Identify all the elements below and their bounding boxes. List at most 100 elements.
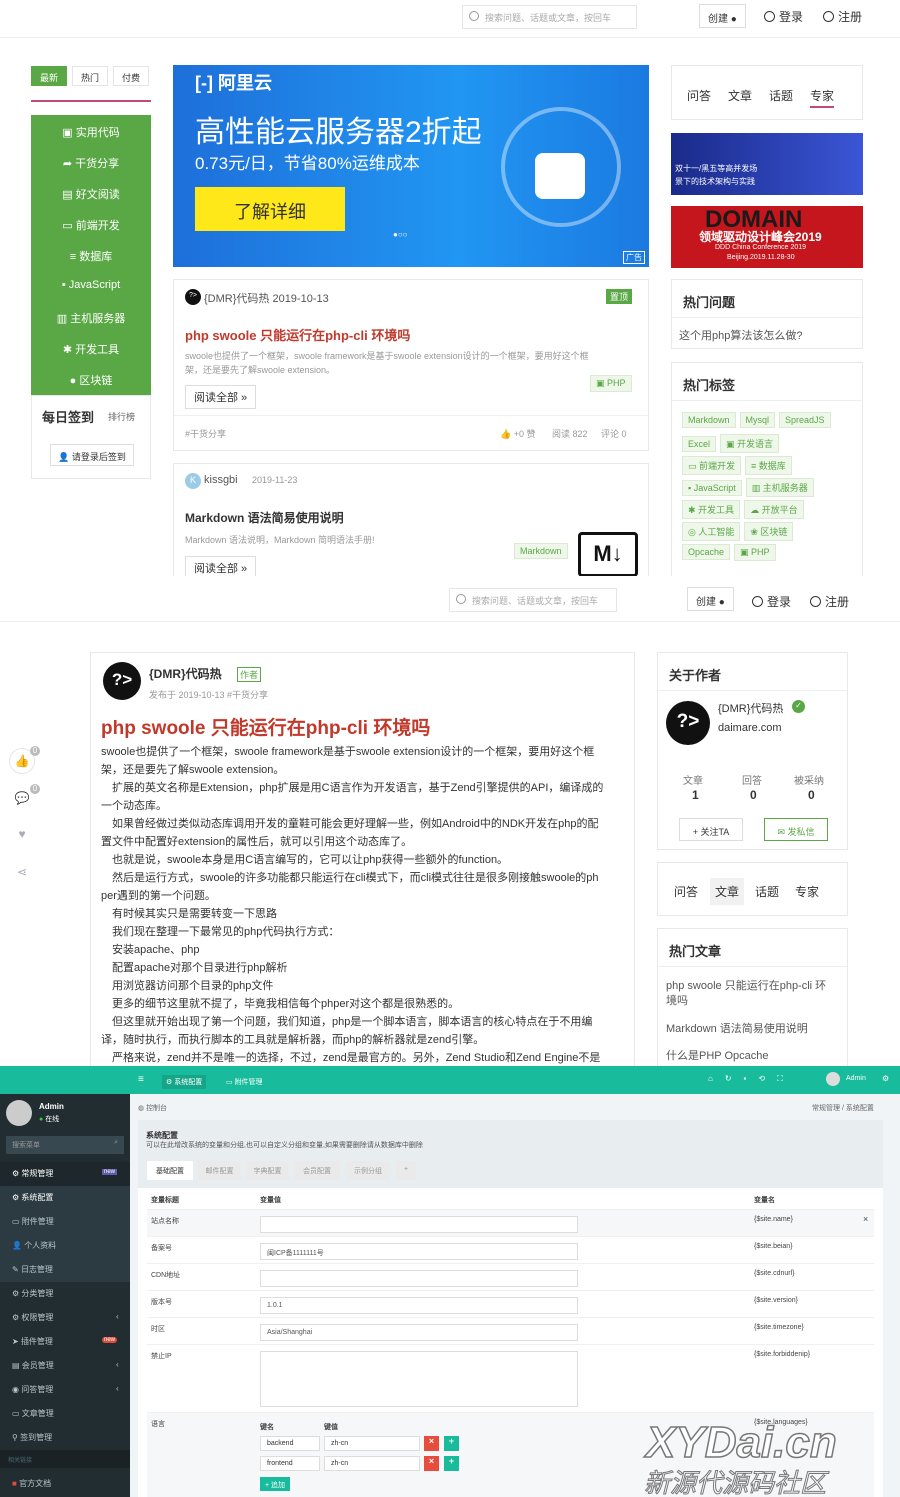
article-title[interactable]: php swoole 只能运行在php-cli 环境吗 bbox=[185, 325, 410, 344]
remove-button[interactable]: × bbox=[424, 1436, 439, 1451]
hot-article-link[interactable]: Markdown 语法简易使用说明 bbox=[666, 1020, 808, 1036]
article-title[interactable]: Markdown 语法简易使用说明 bbox=[185, 509, 344, 526]
tag-dev-language[interactable]: ▣ 开发语言 bbox=[720, 434, 780, 453]
menu-item-plugins[interactable]: ➤ 插件管理 new bbox=[0, 1330, 130, 1354]
tag-frontend[interactable]: ▭ 前端开发 bbox=[682, 456, 742, 475]
search-input[interactable]: 搜索问题、话题或文章，按回车 bbox=[462, 5, 637, 29]
create-button[interactable]: 创建 ● bbox=[699, 4, 746, 28]
menu-item-general[interactable]: ⚙ 常规管理 new bbox=[0, 1162, 130, 1186]
register-link[interactable]: 注册 bbox=[810, 593, 849, 610]
tag-mysql[interactable]: Mysql bbox=[739, 412, 776, 428]
config-tab-dictionary[interactable]: 字典配置 bbox=[246, 1161, 289, 1180]
author-name[interactable]: {DMR}代码热 bbox=[718, 700, 783, 716]
append-button[interactable]: + 追加 bbox=[260, 1477, 291, 1491]
rank-link[interactable]: 排行榜 bbox=[108, 410, 135, 423]
banner-cta-button[interactable]: 了解详细 bbox=[195, 187, 345, 231]
category-item[interactable]: ≡ 数据库 bbox=[31, 248, 151, 264]
banner-ad[interactable]: [-] 阿里云 高性能云服务器2折起 0.73元/日，节省80%运维成本 了解详… bbox=[173, 65, 649, 267]
menu-item-qa[interactable]: ◉ 问答管理 ‹ bbox=[0, 1378, 130, 1402]
category-item[interactable]: ➦ 干货分享 bbox=[31, 155, 151, 171]
article-author[interactable]: kissgbi bbox=[204, 474, 238, 486]
hot-article-link[interactable]: php swoole 只能运行在php-cli 环 bbox=[666, 977, 826, 993]
menu-item-system-config[interactable]: ⚙ 系统配置 bbox=[0, 1186, 130, 1210]
tab-articles[interactable]: 文章 bbox=[710, 878, 745, 905]
tab-attachments[interactable]: ▭ 附件管理 bbox=[222, 1075, 267, 1089]
tab-topics[interactable]: 话题 bbox=[755, 883, 779, 900]
tab-system-config[interactable]: ⚙ 系统配置 bbox=[162, 1075, 207, 1089]
menu-item-logs[interactable]: ✎ 日志管理 bbox=[0, 1258, 130, 1282]
add-tab-button[interactable]: + bbox=[396, 1161, 416, 1180]
config-tab-basic[interactable]: 基础配置 bbox=[147, 1161, 193, 1180]
register-link[interactable]: 注册 bbox=[823, 8, 862, 25]
tab-topics[interactable]: 话题 bbox=[769, 87, 793, 104]
category-item[interactable]: ● 区块链 bbox=[31, 372, 151, 388]
tag-database[interactable]: ≡ 数据库 bbox=[745, 456, 792, 475]
menu-search-input[interactable]: 搜索菜单 ⌕ bbox=[6, 1136, 124, 1154]
article-category[interactable]: #干货分享 bbox=[185, 427, 226, 440]
site-name-input[interactable] bbox=[260, 1216, 578, 1233]
article-author[interactable]: {DMR}代码热 2019-10-13 bbox=[204, 290, 329, 306]
tag-dev-tools[interactable]: ✱ 开发工具 bbox=[682, 500, 741, 519]
hot-question-link[interactable]: 这个用php算法该怎么做? bbox=[679, 327, 802, 343]
menu-item-articles[interactable]: ▭ 文章管理 bbox=[0, 1402, 130, 1426]
conference-ad-1[interactable]: 双十一/黑五等高并发场 景下的技术架构与实践 bbox=[671, 133, 863, 195]
menu-item-checkin[interactable]: ⚲ 签到管理 bbox=[0, 1426, 130, 1450]
tag-markdown[interactable]: Markdown bbox=[682, 412, 736, 428]
tab-experts[interactable]: 专家 bbox=[795, 883, 819, 900]
menu-item-profile[interactable]: 👤 个人资料 bbox=[0, 1234, 130, 1258]
author-avatar[interactable]: ?> bbox=[103, 662, 141, 700]
menu-item-categories[interactable]: ⚙ 分类管理 bbox=[0, 1282, 130, 1306]
lang-key-input[interactable]: frontend bbox=[260, 1456, 320, 1471]
tab-paid[interactable]: 付费 bbox=[113, 66, 149, 86]
category-item[interactable]: ▤ 好文阅读 bbox=[31, 186, 151, 202]
version-input[interactable]: 1.0.1 bbox=[260, 1297, 578, 1314]
config-tab-example[interactable]: 示例分组 bbox=[346, 1161, 390, 1180]
menu-item-permissions[interactable]: ⚙ 权限管理 ‹ bbox=[0, 1306, 130, 1330]
tag-opcache[interactable]: Opcache bbox=[682, 544, 731, 560]
hot-article-link[interactable]: 境吗 bbox=[666, 992, 688, 1008]
admin-name[interactable]: Admin bbox=[846, 1075, 866, 1082]
tab-experts[interactable]: 专家 bbox=[810, 87, 834, 104]
lang-value-input[interactable]: zh-cn bbox=[324, 1436, 420, 1451]
add-row-button[interactable]: + bbox=[444, 1436, 459, 1451]
tag-php[interactable]: ▣ PHP bbox=[734, 544, 776, 561]
tag-open-platform[interactable]: ☁ 开放平台 bbox=[744, 500, 804, 519]
author-avatar[interactable]: ?> bbox=[666, 701, 710, 745]
lang-key-input[interactable]: backend bbox=[260, 1436, 320, 1451]
follow-button[interactable]: + 关注TA bbox=[679, 818, 743, 841]
menu-toggle-icon[interactable]: ≡ bbox=[138, 1074, 144, 1085]
remove-button[interactable]: × bbox=[424, 1456, 439, 1471]
tag-host-server[interactable]: ▥ 主机服务器 bbox=[745, 478, 814, 497]
hot-article-link[interactable]: 什么是PHP Opcache bbox=[666, 1047, 769, 1063]
author-site[interactable]: daimare.com bbox=[718, 722, 782, 734]
share-icon[interactable]: ⋖ bbox=[9, 860, 35, 886]
tag-excel[interactable]: Excel bbox=[682, 436, 717, 452]
tag-blockchain[interactable]: ❀ 区块链 bbox=[744, 522, 794, 541]
create-button[interactable]: 创建 ● bbox=[687, 587, 734, 611]
category-item[interactable]: ▣ 实用代码 bbox=[31, 124, 151, 140]
tag-ai[interactable]: ◎ 人工智能 bbox=[682, 522, 741, 541]
carousel-dots[interactable]: ●○○ bbox=[393, 230, 408, 239]
config-tab-member[interactable]: 会员配置 bbox=[294, 1161, 340, 1180]
cdn-url-input[interactable] bbox=[260, 1270, 578, 1287]
checkin-button[interactable]: 👤 请登录后签到 bbox=[50, 444, 134, 466]
tab-latest[interactable]: 最新 bbox=[31, 66, 67, 86]
lang-value-input[interactable]: zh-cn bbox=[324, 1456, 420, 1471]
add-row-button[interactable]: + bbox=[444, 1456, 459, 1471]
heart-icon[interactable]: ♥ bbox=[9, 822, 35, 848]
menu-item-members[interactable]: ▤ 会员管理 ‹ bbox=[0, 1354, 130, 1378]
like-button[interactable]: 👍 +0 赞 bbox=[500, 427, 536, 440]
category-item[interactable]: ▥ 主机服务器 bbox=[31, 310, 151, 326]
author-name[interactable]: {DMR}代码热 bbox=[149, 665, 222, 682]
message-button[interactable]: ✉ 发私信 bbox=[764, 818, 828, 841]
login-link[interactable]: 登录 bbox=[764, 8, 803, 25]
config-tab-email[interactable]: 邮件配置 bbox=[198, 1161, 241, 1180]
article-tag[interactable]: ▣ PHP bbox=[588, 375, 634, 392]
tab-qa[interactable]: 问答 bbox=[687, 87, 711, 104]
tab-hot[interactable]: 热门 bbox=[72, 66, 108, 86]
search-input[interactable]: 搜索问题、话题或文章，按回车 bbox=[449, 588, 617, 612]
forbidden-ip-textarea[interactable] bbox=[260, 1351, 578, 1407]
menu-item-attachments[interactable]: ▭ 附件管理 bbox=[0, 1210, 130, 1234]
settings-gear-icon[interactable]: ⚙ bbox=[882, 1074, 889, 1083]
read-all-button[interactable]: 阅读全部 » bbox=[185, 385, 257, 409]
